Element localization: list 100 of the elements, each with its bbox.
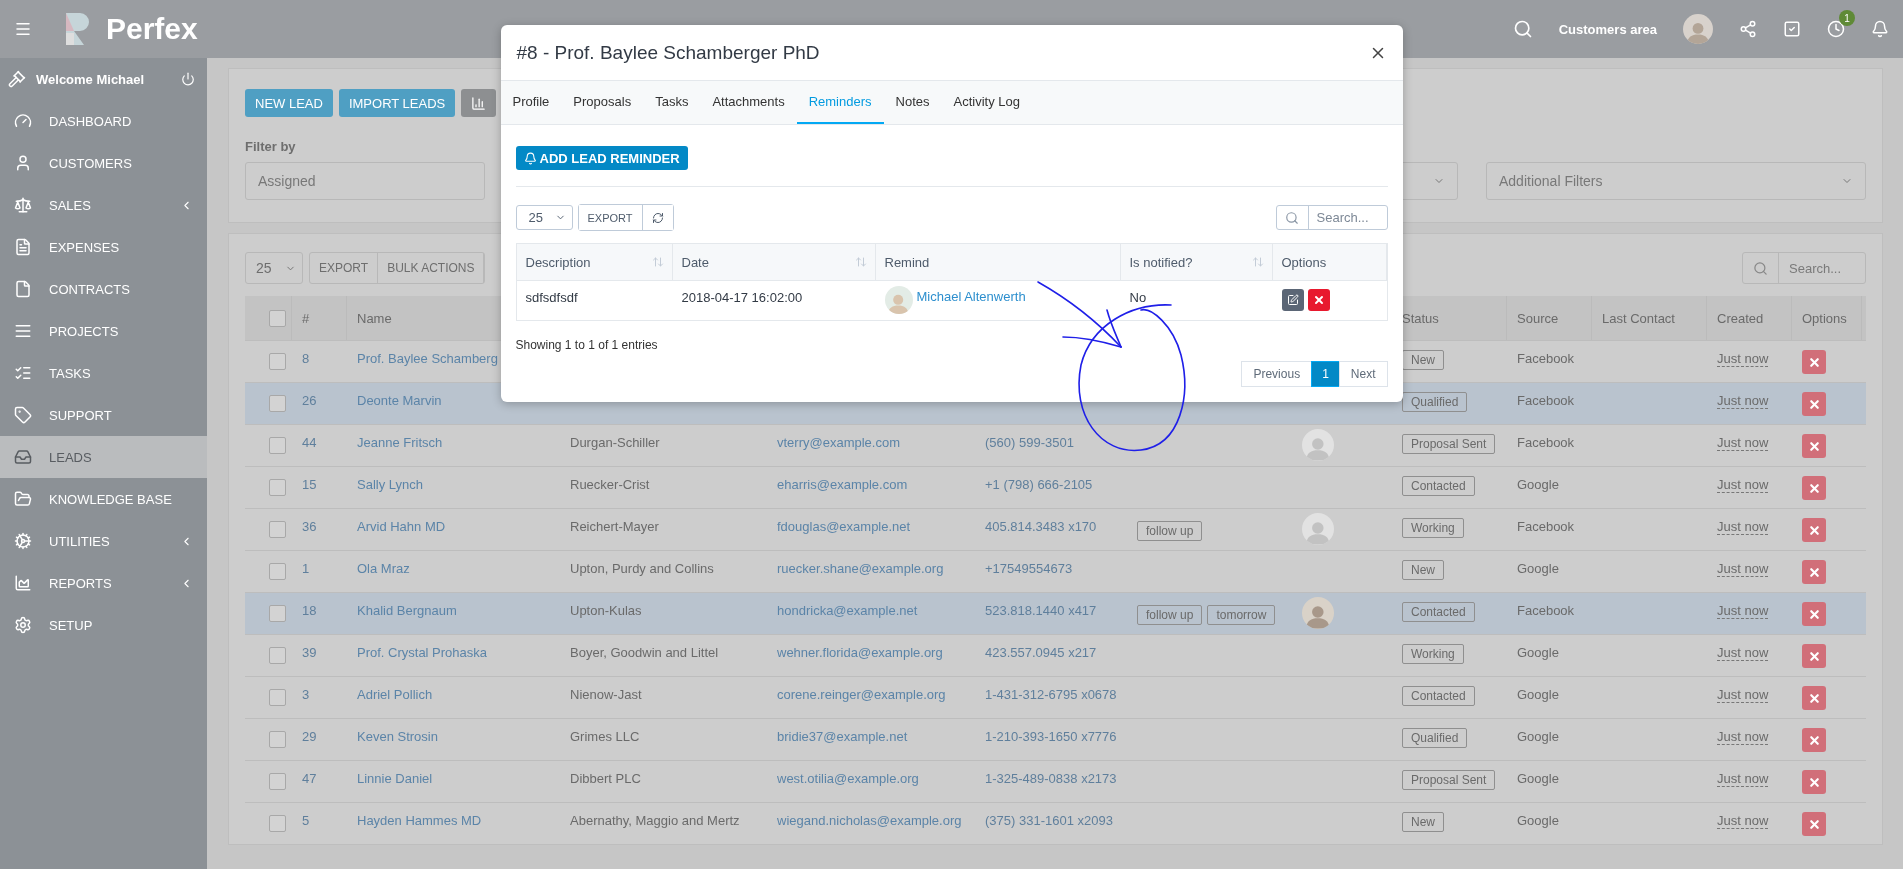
add-reminder-button[interactable]: ADD LEAD REMINDER	[515, 146, 688, 170]
column-header[interactable]: Is notified?	[1129, 254, 1193, 270]
column-header[interactable]: Options	[1802, 310, 1847, 326]
checkbox[interactable]	[269, 815, 286, 832]
tab[interactable]: Attachments	[700, 81, 797, 124]
column-header[interactable]: #	[302, 310, 310, 326]
column-header[interactable]: Source	[1517, 310, 1559, 326]
tab[interactable]: Notes	[883, 81, 942, 124]
lead-name-link[interactable]: Keven Strosin	[357, 729, 438, 744]
delete-button[interactable]	[1802, 350, 1826, 374]
checkbox[interactable]	[269, 563, 286, 580]
clock-icon[interactable]	[1827, 20, 1845, 38]
sidebar-item[interactable]: LEADS	[0, 436, 207, 478]
checkbox[interactable]	[269, 479, 286, 496]
checkbox[interactable]	[269, 353, 286, 370]
column-header[interactable]: Status	[1402, 310, 1439, 326]
table-button[interactable]: BULK ACTIONS	[378, 253, 485, 283]
email-link[interactable]: west.otilia@example.org	[777, 771, 919, 786]
lead-name-link[interactable]: Arvid Hahn MD	[357, 519, 446, 534]
chart-button[interactable]	[461, 89, 497, 117]
tab[interactable]: Activity Log	[941, 81, 1032, 124]
email-link[interactable]: wiegand.nicholas@example.org	[777, 813, 962, 828]
sort-icon[interactable]	[1251, 256, 1264, 268]
lead-name-link[interactable]: Prof. Crystal Prohaska	[357, 645, 488, 660]
staff-link[interactable]: Michael Altenwerth	[916, 289, 1026, 304]
lead-name-link[interactable]: Ola Mraz	[357, 561, 410, 576]
tab[interactable]: Proposals	[561, 81, 644, 124]
share-icon[interactable]	[1739, 20, 1757, 38]
delete-button[interactable]	[1802, 476, 1826, 500]
menu-icon[interactable]	[14, 20, 32, 38]
column-header[interactable]: Description	[525, 254, 591, 270]
export-button[interactable]: EXPORT	[578, 205, 643, 230]
sidebar-item[interactable]: UTILITIES	[0, 520, 207, 562]
delete-button[interactable]	[1802, 812, 1826, 836]
email-link[interactable]: vterry@example.com	[777, 435, 900, 450]
search-field[interactable]: Search...	[1742, 252, 1866, 284]
sort-icon[interactable]	[651, 256, 664, 268]
delete-button[interactable]	[1802, 434, 1826, 458]
checkbox[interactable]	[269, 437, 286, 454]
table-button[interactable]: EXPORT	[310, 253, 379, 283]
email-link[interactable]: fdouglas@example.net	[777, 519, 911, 534]
edit-button[interactable]	[1281, 289, 1304, 311]
pagination-button[interactable]: Previous	[1241, 361, 1313, 387]
email-link[interactable]: corene.reinger@example.org	[777, 687, 946, 702]
pagination-button[interactable]: Next	[1338, 361, 1388, 387]
checkbox[interactable]	[269, 605, 286, 622]
column-header[interactable]: Created	[1717, 310, 1764, 326]
tab[interactable]: Reminders	[796, 81, 884, 124]
delete-button[interactable]	[1307, 289, 1330, 311]
page-size-select[interactable]: 25	[245, 252, 303, 284]
delete-button[interactable]	[1802, 560, 1826, 584]
action-button[interactable]: NEW LEAD	[245, 89, 333, 117]
delete-button[interactable]	[1802, 644, 1826, 668]
lead-name-link[interactable]: Deonte Marvin	[357, 393, 442, 408]
column-header[interactable]: Last Contact	[1602, 310, 1675, 326]
lead-name-link[interactable]: Linnie Daniel	[357, 771, 433, 786]
lead-name-link[interactable]: Hayden Hammes MD	[357, 813, 482, 828]
tab[interactable]: Profile	[500, 81, 562, 124]
column-header[interactable]: Name	[357, 310, 392, 326]
delete-button[interactable]	[1802, 392, 1826, 416]
delete-button[interactable]	[1802, 728, 1826, 752]
lead-name-link[interactable]: Adriel Pollich	[357, 687, 433, 702]
sidebar-item[interactable]: PROJECTS	[0, 310, 207, 352]
lead-name-link[interactable]: Khalid Bergnaum	[357, 603, 457, 618]
action-button[interactable]: IMPORT LEADS	[338, 89, 456, 117]
column-header[interactable]: Options	[1281, 254, 1327, 270]
lead-name-link[interactable]: Sally Lynch	[357, 477, 423, 492]
search-icon[interactable]	[1512, 19, 1533, 39]
search-input[interactable]: Search...	[1779, 253, 1865, 283]
lead-name-link[interactable]: Prof. Baylee Schamberg	[357, 351, 498, 366]
sidebar-item[interactable]: EXPENSES	[0, 226, 207, 268]
delete-button[interactable]	[1802, 518, 1826, 542]
checkbox[interactable]	[269, 731, 286, 748]
sidebar-item[interactable]: CUSTOMERS	[0, 142, 207, 184]
checkbox[interactable]	[269, 309, 286, 327]
sidebar-item[interactable]: KNOWLEDGE BASE	[0, 478, 207, 520]
delete-button[interactable]	[1802, 770, 1826, 794]
email-link[interactable]: bridie37@example.net	[777, 729, 908, 744]
email-link[interactable]: wehner.florida@example.org	[777, 645, 943, 660]
sidebar-item[interactable]: SUPPORT	[0, 394, 207, 436]
checkbox[interactable]	[269, 689, 286, 706]
lead-name-link[interactable]: Jeanne Fritsch	[357, 435, 443, 450]
column-header[interactable]: Date	[681, 254, 709, 270]
sidebar-item[interactable]: CONTRACTS	[0, 268, 207, 310]
additional-filters-select[interactable]: Additional Filters	[1486, 162, 1866, 200]
checkbox-icon[interactable]	[1783, 20, 1801, 38]
checkbox[interactable]	[269, 647, 286, 664]
pagination-button[interactable]: 1	[1311, 361, 1340, 387]
customers-area-link[interactable]: Customers area	[1558, 21, 1657, 37]
email-link[interactable]: hondricka@example.net	[777, 603, 918, 618]
bell-icon[interactable]	[1871, 20, 1889, 38]
search-input[interactable]: Search...	[1308, 206, 1387, 229]
assigned-select[interactable]: Assigned	[245, 162, 485, 200]
page-size-select[interactable]: 25	[515, 205, 573, 230]
delete-button[interactable]	[1802, 602, 1826, 626]
delete-button[interactable]	[1802, 686, 1826, 710]
power-icon[interactable]	[181, 72, 195, 86]
sidebar-item[interactable]: SALES	[0, 184, 207, 226]
sidebar-item[interactable]: DASHBOARD	[0, 100, 207, 142]
checkbox[interactable]	[269, 395, 286, 412]
